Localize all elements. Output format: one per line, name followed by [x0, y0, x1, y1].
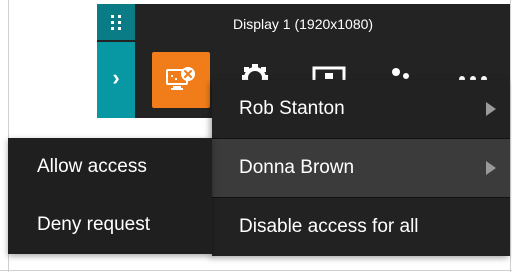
submenu-arrow-icon: [486, 102, 496, 116]
submenu-item-rob-stanton[interactable]: Rob Stanton: [212, 80, 510, 138]
app-window: Display 1 (1920x1080) › Rob Stanton Donn…: [0, 0, 512, 276]
submenu-arrow-icon: [486, 161, 496, 175]
window-border-right: [510, 0, 511, 272]
window-border-bottom: [0, 270, 512, 271]
display-title[interactable]: Display 1 (1920x1080): [233, 16, 373, 32]
menu-item-label: Deny request: [37, 214, 151, 235]
submenu-item-label: Donna Brown: [239, 157, 355, 178]
allow-access-item[interactable]: Allow access: [8, 138, 212, 196]
submenu-item-disable-access-all[interactable]: Disable access for all: [212, 198, 510, 256]
menu-item-label: Allow access: [37, 156, 147, 177]
toolbar-drag-handle[interactable]: [97, 4, 135, 40]
chevron-right-icon: ›: [112, 65, 120, 90]
submenu-item-label: Disable access for all: [239, 216, 419, 237]
participants-submenu: Rob Stanton Donna Brown Disable access f…: [212, 80, 510, 256]
submenu-item-label: Rob Stanton: [239, 98, 345, 119]
monitor-x-icon: [166, 67, 195, 90]
remote-control-button[interactable]: [152, 52, 210, 108]
toolbar-expand-button[interactable]: ›: [97, 42, 135, 118]
drag-grip-icon: [110, 14, 122, 30]
submenu-item-donna-brown[interactable]: Donna Brown: [212, 139, 510, 197]
access-context-menu: Allow access Deny request: [8, 138, 212, 254]
deny-request-item[interactable]: Deny request: [8, 196, 212, 254]
